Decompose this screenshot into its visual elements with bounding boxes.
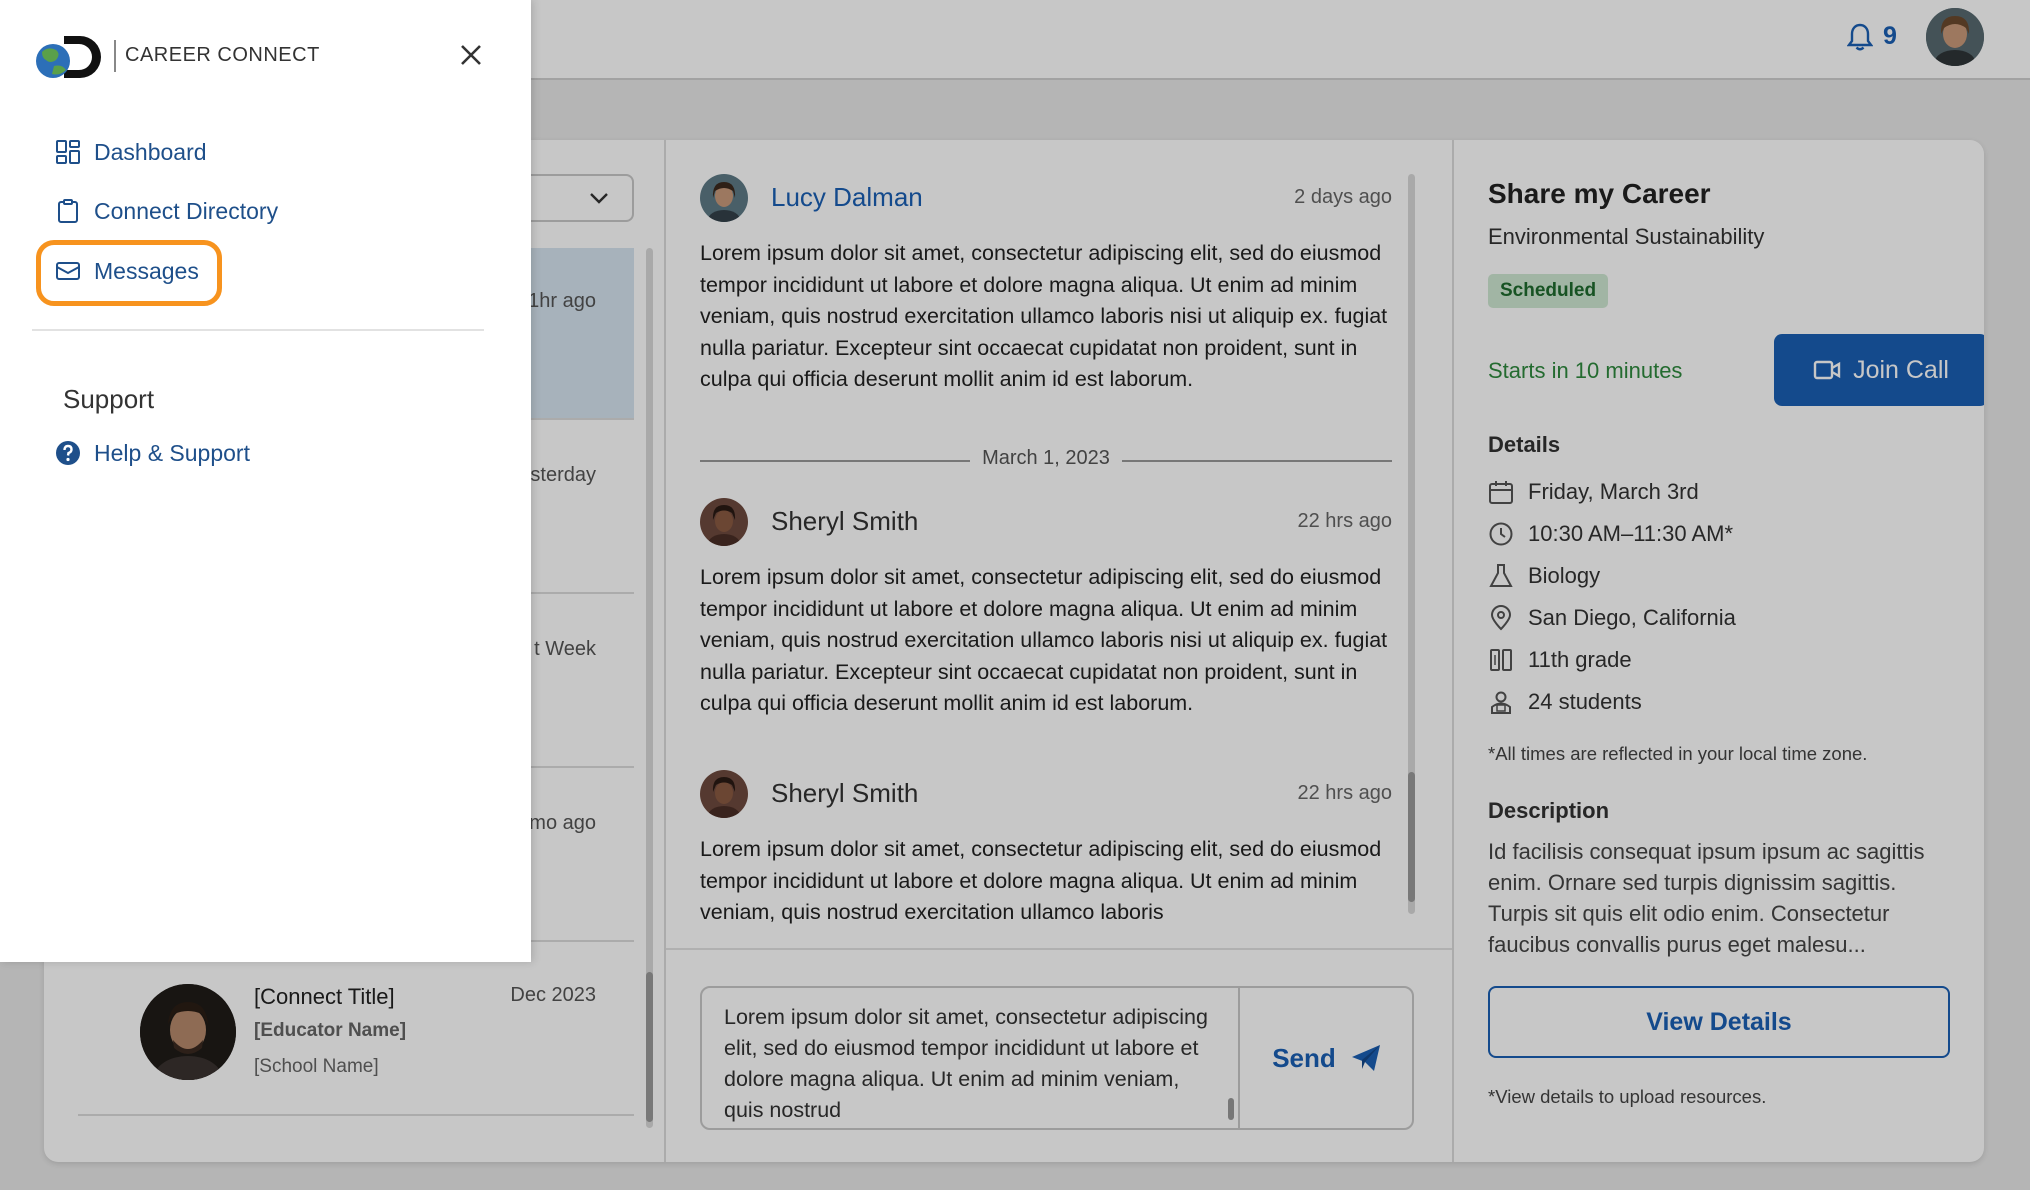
dashboard-icon (54, 138, 82, 166)
nav-help-support-label: Help & Support (94, 439, 250, 466)
side-navigation-drawer: CAREER CONNECT Dashboard Connect Directo… (0, 0, 531, 962)
nav-item-messages[interactable]: Messages (54, 255, 199, 287)
nav-connect-directory-label: Connect Directory (94, 197, 279, 224)
help-icon (54, 439, 82, 467)
support-heading: Support (63, 384, 155, 414)
clipboard-icon (54, 197, 82, 225)
nav-item-connect-directory[interactable]: Connect Directory (54, 195, 278, 227)
brand-name: CAREER CONNECT (125, 44, 320, 66)
nav-item-help-support[interactable]: Help & Support (54, 437, 250, 469)
close-icon[interactable] (458, 42, 484, 68)
logo-divider (114, 40, 116, 72)
nav-dashboard-label: Dashboard (94, 138, 207, 165)
nav-item-dashboard[interactable]: Dashboard (54, 136, 207, 168)
envelope-icon (54, 257, 82, 285)
nav-messages-label: Messages (94, 257, 199, 284)
discovery-logo (36, 36, 101, 78)
nav-divider (32, 329, 484, 331)
